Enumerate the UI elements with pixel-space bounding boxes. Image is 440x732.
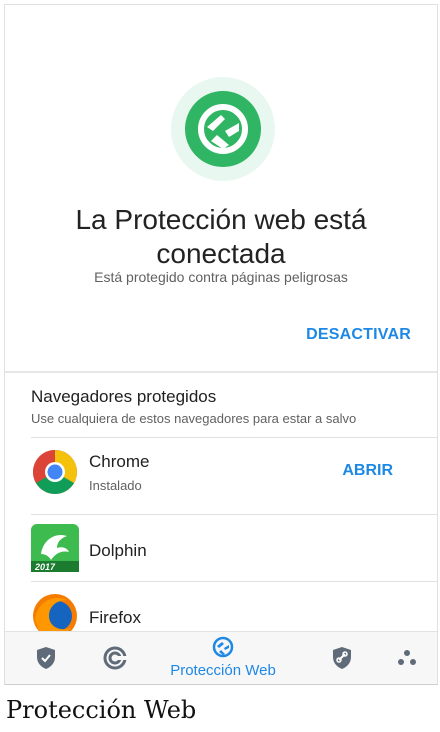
- status-title: La Protección web está conectada: [5, 203, 437, 271]
- dolphin-icon: 2017: [31, 524, 79, 572]
- web-protection-icon: [212, 636, 234, 658]
- browser-name: Firefox: [89, 608, 141, 627]
- shield-check-icon: [37, 647, 55, 669]
- browser-name: Chrome: [89, 452, 150, 471]
- open-chrome-button[interactable]: ABRIR: [342, 462, 393, 480]
- hero-badge: [171, 77, 275, 181]
- nav-shield-check[interactable]: [31, 632, 61, 684]
- status-title-line2: conectada: [156, 238, 286, 269]
- status-subtitle: Está protegido contra páginas peligrosas: [94, 269, 348, 285]
- section-description: Use cualquiera de estos navegadores para…: [31, 411, 357, 426]
- section-divider: [5, 371, 437, 373]
- nav-more[interactable]: [393, 632, 423, 684]
- browser-status: Instalado: [89, 478, 142, 493]
- nav-web-protection[interactable]: Protección Web: [161, 632, 285, 684]
- nav-link-shield[interactable]: [327, 632, 357, 684]
- browser-name: Dolphin: [89, 541, 147, 560]
- app-screen: La Protección web está conectada Está pr…: [4, 4, 438, 684]
- more-dots-icon: [398, 650, 416, 665]
- browser-row-chrome[interactable]: Chrome Instalado ABRIR: [5, 438, 437, 504]
- web-protection-logo-icon: [185, 91, 261, 167]
- dolphin-badge: 2017: [34, 562, 56, 572]
- status-title-line1: La Protección web está: [75, 204, 367, 235]
- nav-refresh[interactable]: [99, 632, 129, 684]
- bottom-navigation: Protección Web: [5, 631, 437, 684]
- section-title: Navegadores protegidos: [31, 387, 217, 406]
- nav-label: Protección Web: [170, 662, 276, 679]
- screen-caption: Protección Web: [6, 696, 197, 724]
- link-shield-icon: [333, 647, 351, 669]
- refresh-icon: [103, 646, 127, 670]
- caption-divider: [4, 684, 438, 685]
- deactivate-button[interactable]: DESACTIVAR: [306, 326, 411, 344]
- chrome-icon: [31, 448, 79, 496]
- browser-row-dolphin[interactable]: 2017 Dolphin: [5, 515, 437, 581]
